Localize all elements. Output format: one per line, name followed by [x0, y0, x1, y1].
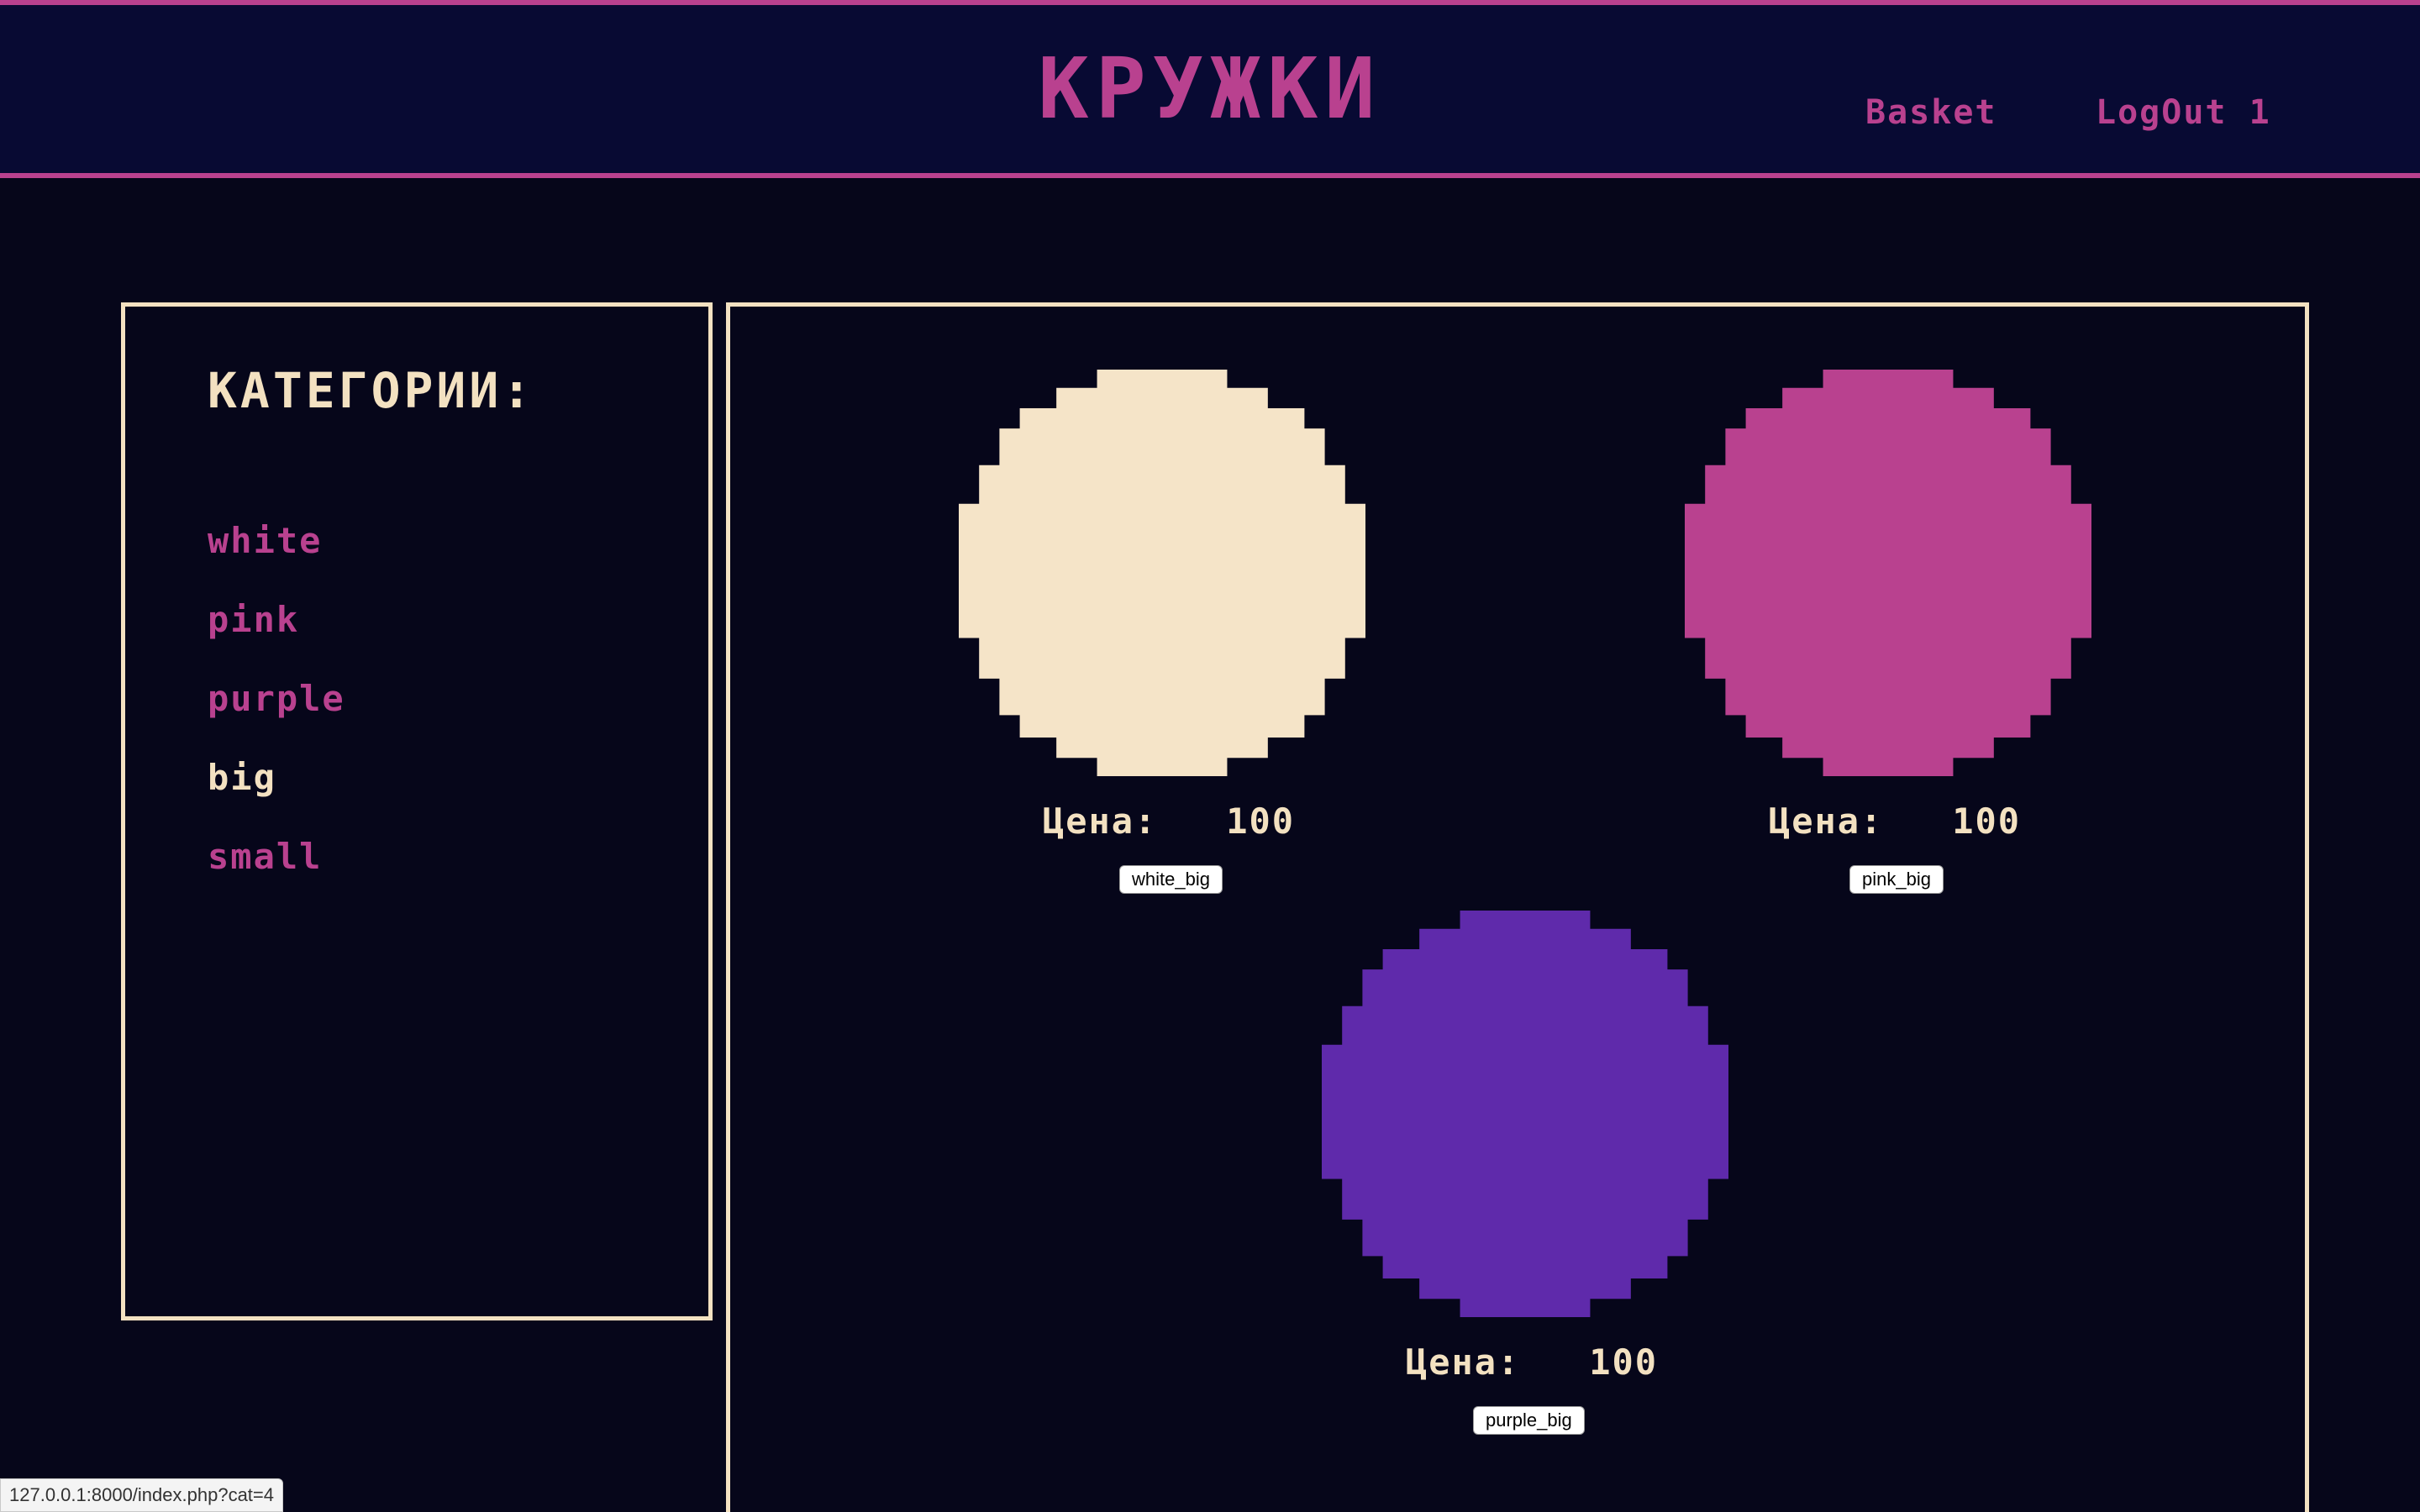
product-price: Цена: 100	[945, 796, 1392, 847]
price-label: Цена:	[1042, 801, 1203, 842]
category-purple[interactable]: purple	[208, 659, 345, 738]
product-grid: Цена: 100 white_big Цена: 100 pink_big Ц…	[726, 302, 2309, 1512]
price-label: Цена:	[1405, 1341, 1566, 1383]
price-label: Цена:	[1768, 801, 1929, 842]
category-white[interactable]: white	[208, 501, 345, 580]
product-button[interactable]: white_big	[1119, 865, 1223, 894]
logout-link[interactable]: LogOut 1	[2096, 89, 2271, 136]
categories-sidebar: КАТЕГОРИИ: white pink purple big small	[121, 302, 713, 1320]
category-small[interactable]: small	[208, 817, 345, 896]
product-button[interactable]: pink_big	[1849, 865, 1944, 894]
category-big[interactable]: big	[208, 738, 345, 817]
product-price: Цена: 100	[1308, 1337, 1755, 1388]
categories-heading: КАТЕГОРИИ:	[208, 362, 535, 419]
basket-link[interactable]: Basket	[1865, 89, 1997, 136]
status-bar-url: 127.0.0.1:8000/index.php?cat=4	[0, 1478, 283, 1512]
page: КРУЖКИ Basket LogOut 1 КАТЕГОРИИ: white …	[0, 0, 2420, 1512]
price-value: 100	[1952, 801, 2022, 842]
site-title: КРУЖКИ	[1038, 39, 1382, 138]
mug-image[interactable]	[1322, 911, 1728, 1317]
mug-image[interactable]	[959, 370, 1365, 776]
category-pink[interactable]: pink	[208, 580, 345, 659]
product-price: Цена: 100	[1671, 796, 2118, 847]
mug-image[interactable]	[1685, 370, 2091, 776]
category-list: white pink purple big small	[208, 501, 345, 896]
header: КРУЖКИ Basket LogOut 1	[0, 0, 2420, 178]
product-button[interactable]: purple_big	[1473, 1406, 1585, 1435]
price-value: 100	[1226, 801, 1296, 842]
price-value: 100	[1589, 1341, 1659, 1383]
